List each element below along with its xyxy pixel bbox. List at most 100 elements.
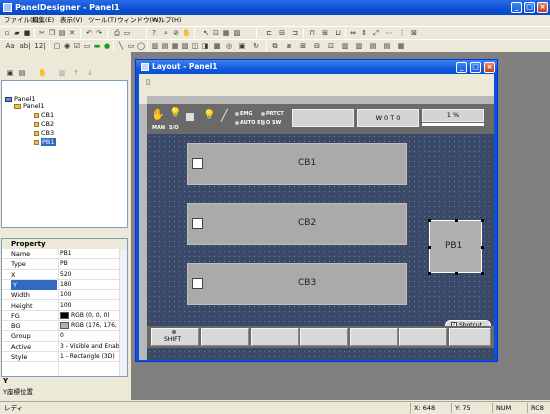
text-tool-num[interactable]: 12|	[34, 42, 46, 50]
close-button[interactable]: ×	[537, 2, 548, 13]
text-tool-ab[interactable]: ab|	[19, 42, 31, 50]
property-row[interactable]: Style 1 - Rectangle (3D)	[2, 352, 122, 363]
grid-toggle-icon[interactable]: ▦	[397, 42, 405, 50]
checkbox-icon[interactable]: ☑	[73, 42, 81, 50]
property-value[interactable]: 520	[60, 270, 122, 280]
header-blank-box[interactable]	[292, 109, 354, 127]
align-bottom-icon[interactable]: ⊔	[334, 29, 342, 37]
property-value[interactable]: 100	[60, 290, 122, 300]
property-row[interactable]: Height 100	[2, 301, 120, 311]
print-icon[interactable]: ⎙	[113, 29, 121, 37]
menu-edit[interactable]: 編集(E)	[32, 15, 54, 25]
panel-icon[interactable]: ▥	[151, 42, 159, 50]
tree-item-cb3[interactable]: CB3	[34, 129, 54, 137]
copy-icon[interactable]: ❐	[48, 29, 56, 37]
design-canvas[interactable]: ✋ MAN 💡 S/O 💡 ╱ EMG PRTCT AUTO EN O SW W…	[147, 104, 494, 360]
space-v-icon[interactable]: ⋮	[398, 29, 406, 37]
distribute-icon[interactable]: ⊠	[410, 29, 418, 37]
tree-view-icon[interactable]: ▣	[6, 69, 14, 77]
frame-icon[interactable]: ▢	[53, 42, 61, 50]
property-value[interactable]: 3 - Visible and Enable	[60, 342, 122, 352]
rect-button-icon[interactable]: ▭	[83, 42, 91, 50]
header-wto-box[interactable]: W 0 T 0	[357, 109, 419, 127]
group-icon[interactable]: ⊞	[299, 42, 307, 50]
ellipse-icon[interactable]: ◯	[137, 42, 145, 50]
align-top-icon[interactable]: ⊓	[308, 29, 316, 37]
cut-icon[interactable]: ✂	[38, 29, 46, 37]
paste-icon[interactable]: ▤	[58, 29, 66, 37]
front-icon[interactable]: ⧉	[271, 42, 279, 50]
layout-minimize-button[interactable]: _	[456, 62, 467, 73]
fkey-3[interactable]	[300, 328, 348, 346]
page-icon[interactable]: ▯	[144, 78, 152, 86]
row-top-icon[interactable]: ▤	[369, 42, 377, 50]
property-value[interactable]: 0	[60, 331, 122, 341]
property-row[interactable]: Y 180	[2, 279, 122, 291]
align-right-icon[interactable]: ⊐	[291, 29, 299, 37]
zoom-icon[interactable]: ⊘	[172, 29, 180, 37]
rect-icon[interactable]: ▭	[127, 42, 135, 50]
search-icon[interactable]: ⌕	[162, 29, 170, 37]
layout-maximize-button[interactable]: □	[470, 62, 481, 73]
property-value[interactable]: 1 - Rectangle (3D)	[60, 352, 122, 362]
stop-icon[interactable]	[186, 113, 194, 121]
line-icon[interactable]: ╲	[117, 42, 125, 50]
menu-view[interactable]: 表示(V)	[60, 15, 83, 25]
size-both-icon[interactable]: ⤢	[372, 29, 380, 37]
cb3-panel[interactable]: CB3	[187, 263, 407, 305]
menu-tools[interactable]: ツール(T)	[88, 15, 117, 25]
tree-item-cb1[interactable]: CB1	[34, 111, 54, 119]
snap-icon[interactable]: ▨	[233, 29, 241, 37]
align-middle-icon[interactable]: ⊞	[321, 29, 329, 37]
save-icon[interactable]: ■	[23, 29, 31, 37]
row-bottom-icon[interactable]: ▤	[383, 42, 391, 50]
meter-icon[interactable]: ◫	[191, 42, 199, 50]
redo-icon[interactable]: ↷	[95, 29, 103, 37]
help-icon[interactable]: ?	[150, 29, 158, 37]
bitmap-icon[interactable]: ▣	[238, 42, 246, 50]
fkey-6[interactable]	[449, 328, 491, 346]
layout-close-button[interactable]: ×	[484, 62, 495, 73]
cb1-checkbox[interactable]	[192, 158, 203, 169]
property-value[interactable]: RGB (0, 0, 0)	[60, 311, 122, 321]
property-value[interactable]: 180	[60, 280, 122, 290]
col-left-icon[interactable]: ▥	[341, 42, 349, 50]
shift-key[interactable]: SHIFT	[151, 328, 199, 346]
select-icon[interactable]: ⊡	[212, 29, 220, 37]
object-tree[interactable]: Panel1 Panel1 CB1 CB2 CB3 PB1	[1, 80, 128, 228]
property-row[interactable]: Active 3 - Visible and Enable	[2, 342, 122, 352]
lamp-icon[interactable]: ◎	[225, 42, 233, 50]
cb1-panel[interactable]: CB1	[187, 143, 407, 185]
back-icon[interactable]: ⧈	[285, 42, 293, 50]
fkey-2[interactable]	[251, 328, 299, 346]
property-row[interactable]: Group 0	[2, 331, 122, 342]
size-width-icon[interactable]: ⇔	[349, 29, 357, 37]
header-percent-box[interactable]: 1 %	[422, 109, 484, 122]
cb3-checkbox[interactable]	[192, 278, 203, 289]
property-value[interactable]: 100	[60, 301, 122, 311]
align-left-icon[interactable]: ⊏	[265, 29, 273, 37]
cb2-checkbox[interactable]	[192, 218, 203, 229]
pen-icon[interactable]: ╱	[221, 109, 228, 122]
text-tool-aa[interactable]: Aa	[4, 42, 16, 50]
green-rect-icon[interactable]: ▬	[93, 42, 101, 50]
property-value[interactable]: RGB (176, 176, 1	[60, 321, 122, 331]
move-up-icon[interactable]: ↑	[72, 69, 80, 77]
minimize-button[interactable]: _	[511, 2, 522, 13]
green-circle-icon[interactable]: ●	[103, 42, 111, 50]
fkey-5[interactable]	[399, 328, 447, 346]
tree-list-icon[interactable]: ▤	[18, 69, 26, 77]
hand-icon[interactable]: ✋	[151, 108, 165, 121]
pointer-icon[interactable]: ↖	[202, 29, 210, 37]
col-right-icon[interactable]: ▥	[355, 42, 363, 50]
ungroup-icon[interactable]: ⊟	[313, 42, 321, 50]
undo-icon[interactable]: ↶	[85, 29, 93, 37]
tree-item-cb2[interactable]: CB2	[34, 120, 54, 128]
property-row[interactable]: X 520	[2, 270, 120, 280]
maximize-button[interactable]: □	[524, 2, 535, 13]
lock-icon[interactable]: ⊡	[327, 42, 335, 50]
property-row[interactable]: Name PB1	[2, 249, 120, 260]
menu-help[interactable]: ヘルプ(H)	[152, 15, 181, 25]
preview-icon[interactable]: ▭	[123, 29, 131, 37]
fkey-1[interactable]	[201, 328, 249, 346]
